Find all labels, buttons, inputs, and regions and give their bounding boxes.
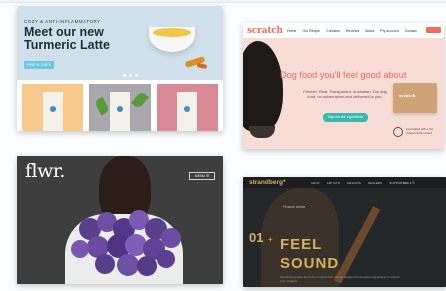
scratch-logo[interactable]: scratch [247, 26, 283, 36]
hero-body-text: Strandberg guitars are built on ergonomi… [280, 275, 400, 283]
product-tiles [17, 84, 223, 131]
box-label: scratch [399, 93, 416, 98]
nav-link[interactable]: Reviews [346, 29, 359, 33]
product-label-icon [49, 106, 56, 112]
turmeric-piece-image [196, 63, 208, 69]
dog-image [243, 41, 283, 131]
vet-badge-icon [393, 127, 403, 137]
flower-blossom [137, 256, 157, 276]
nav-link[interactable]: Our Recipe [302, 29, 320, 33]
currency-menu[interactable]: SEK ▾ ☰ [403, 181, 415, 185]
nav-link[interactable]: DEALERS [368, 181, 382, 185]
flower-blossom [71, 240, 89, 258]
product-label-icon [116, 106, 123, 112]
hero-title-line-2: SOUND [280, 255, 340, 272]
flwr-logo[interactable]: flwr. [25, 160, 65, 182]
site-navbar: scratch Home Our Recipe Contains Reviews Abo… [243, 23, 444, 38]
hero-heading: Dog food you'll feel good about [280, 70, 407, 80]
nav-link[interactable]: Contact [405, 29, 417, 33]
latte-surface [153, 28, 191, 37]
flower-blossom [117, 254, 139, 276]
website-card-scratch-dog-food[interactable]: scratch Home Our Recipe Contains Reviews Abo… [243, 23, 444, 149]
feature-caption: Feature article [283, 205, 306, 209]
product-box-image: scratch [393, 83, 437, 113]
product-tile[interactable] [89, 84, 151, 131]
website-card-turmeric-latte[interactable]: COZY & ANTI-INFLAMMATORY Meet our new Tu… [17, 6, 223, 131]
site-navbar: strandberg* SHOP ARTISTS DESIGNS DEALERS SUP… [243, 177, 446, 188]
product-tile[interactable] [22, 84, 84, 131]
plus-icon: + [268, 235, 273, 244]
badge-text: Formulated with a Vet. Independently tes… [406, 127, 434, 135]
carousel-dot[interactable] [123, 74, 126, 77]
hero-title-line-1: FEEL [280, 236, 323, 253]
menu-button[interactable]: MENU ☰ [189, 172, 215, 180]
carousel-dot[interactable] [135, 74, 138, 77]
guitar-neck-image [333, 206, 381, 284]
nav-links: Home Our Recipe Contains Reviews About Pty ac… [287, 29, 417, 33]
nav-link[interactable]: ARTISTS [327, 181, 340, 185]
carousel-dots[interactable] [123, 74, 138, 77]
hero-eyebrow: COZY & ANTI-INFLAMMATORY [24, 19, 101, 24]
flower-blossom [157, 250, 175, 268]
find-cafe-button[interactable]: FIND A CAFE [24, 61, 54, 69]
flower-blossom [95, 254, 115, 274]
nav-link[interactable]: SHOP [311, 181, 320, 185]
flower-blossom [161, 228, 181, 248]
nav-link[interactable]: Pty account [380, 29, 398, 33]
dog-bowl-image [249, 126, 275, 138]
leaf-icon [93, 96, 111, 116]
nav-links: SHOP ARTISTS DESIGNS DEALERS SUPPORT [311, 181, 404, 185]
nav-cta-button[interactable] [426, 27, 441, 33]
leaf-icon [131, 90, 150, 110]
hero-banner: COZY & ANTI-INFLAMMATORY Meet our new Tu… [17, 6, 223, 80]
hero-subtext: Fresher. Real. Transparent. Australian. … [303, 89, 387, 99]
carousel-dot[interactable] [129, 74, 132, 77]
hero-heading: Meet our new Turmeric Latte [24, 25, 110, 52]
nav-link[interactable]: Home [287, 29, 296, 33]
slide-number: 01 [249, 230, 264, 245]
nav-link[interactable]: Contains [326, 29, 340, 33]
ingredients-button[interactable]: Sign me the ingredients [323, 113, 368, 122]
strandberg-logo[interactable]: strandberg* [249, 179, 285, 186]
website-card-strandberg[interactable]: strandberg* SHOP ARTISTS DESIGNS DEALERS SUP… [243, 177, 446, 287]
nav-link[interactable]: DESIGNS [347, 181, 361, 185]
top-divider [0, 0, 446, 3]
product-tile[interactable] [156, 84, 218, 131]
nav-link[interactable]: About [365, 29, 374, 33]
website-card-flwr[interactable]: flwr. MENU ☰ [17, 156, 223, 284]
